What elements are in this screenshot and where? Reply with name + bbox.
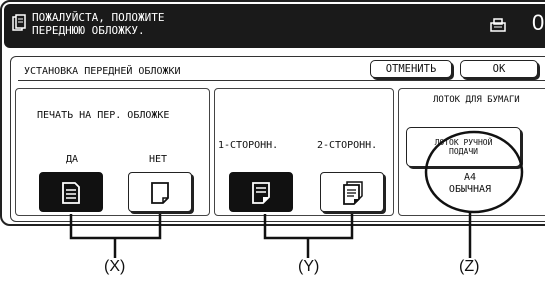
callout-overlay bbox=[69, 130, 524, 258]
callout-x-label: (X) bbox=[104, 258, 126, 275]
callout-x-bracket bbox=[69, 214, 162, 240]
callout-y-label: (Y) bbox=[298, 258, 320, 275]
callout-z-label: (Z) bbox=[459, 258, 480, 275]
callout-y-bracket bbox=[263, 214, 354, 240]
callout-z-ellipse bbox=[424, 130, 524, 214]
